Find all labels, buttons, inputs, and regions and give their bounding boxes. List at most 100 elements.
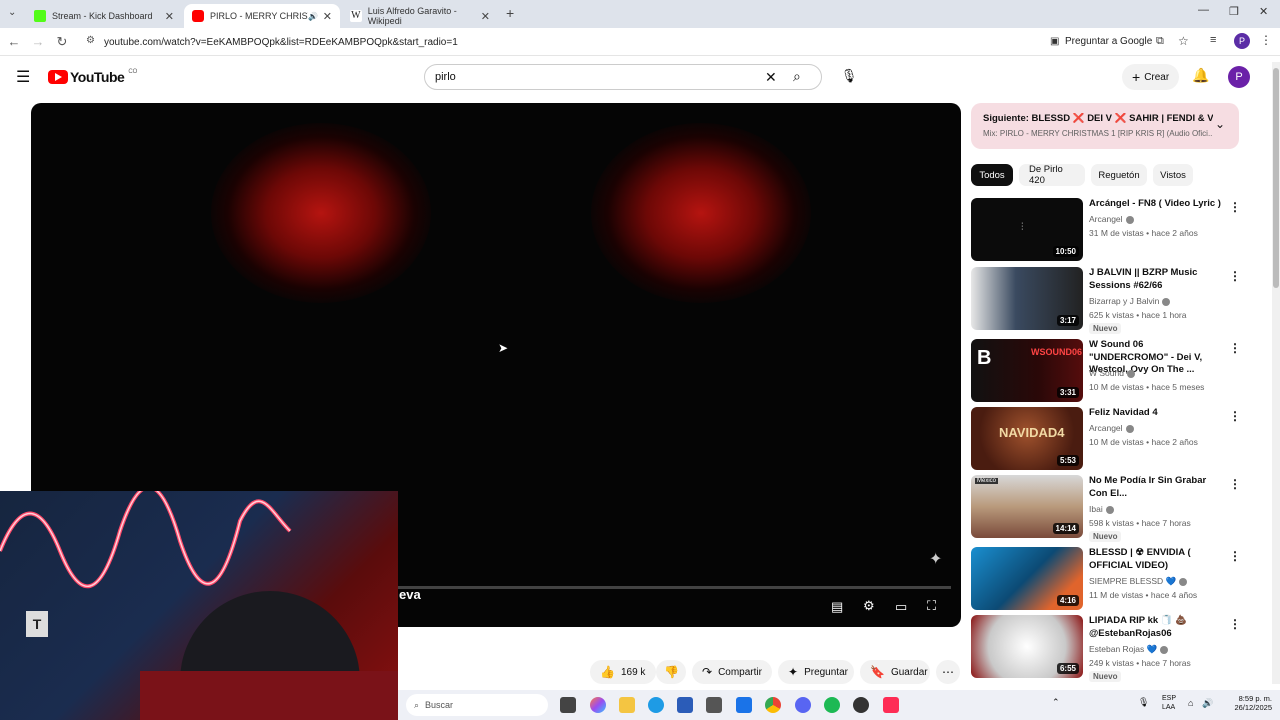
tab-youtube[interactable]: PIRLO - MERRY CHRISTMAS 🔊 ✕ xyxy=(184,4,340,28)
more-options-icon[interactable]: ⋮ xyxy=(1229,617,1241,631)
channel-name[interactable]: Esteban Rojas 💙 xyxy=(1089,644,1169,655)
clock[interactable]: 8:59 p. m. 26/12/2025 xyxy=(1222,694,1272,712)
more-options-icon[interactable]: ⋮ xyxy=(1229,477,1241,491)
list-item[interactable]: 4:16 BLESSD | ☢ ENVIDIA ( OFFICIAL VIDEO… xyxy=(971,547,1241,611)
video-title[interactable]: J BALVIN || BZRP Music Sessions #62/66 xyxy=(1089,267,1225,292)
close-window-icon[interactable]: ✕ xyxy=(1259,5,1268,18)
task-view-icon[interactable] xyxy=(560,697,576,713)
channel-name[interactable]: SIEMPRE BLESSD 💙 xyxy=(1089,576,1188,587)
chip-regueton[interactable]: Reguetón xyxy=(1091,164,1147,186)
like-button[interactable]: 👍 169 k xyxy=(590,660,656,684)
list-item[interactable]: B WSOUND06 3:31 W Sound 06 "UNDERCROMO" … xyxy=(971,339,1241,403)
tab-kick[interactable]: Stream - Kick Dashboard ✕ xyxy=(26,4,182,28)
tab-wikipedia[interactable]: W Luis Alfredo Garavito - Wikipedi ✕ xyxy=(342,4,498,28)
bookmark-star-icon[interactable]: ☆ xyxy=(1178,34,1189,48)
video-thumbnail[interactable]: NAVIDAD4 5:53 xyxy=(971,407,1083,470)
list-item[interactable]: México 14:14 No Me Podía Ir Sin Grabar C… xyxy=(971,475,1241,542)
theater-mode-icon[interactable]: ▭ xyxy=(895,599,907,615)
share-button[interactable]: ↷ Compartir xyxy=(692,660,772,684)
browser-menu-icon[interactable]: ⋮ xyxy=(1260,33,1272,47)
youtube-logo[interactable]: YouTube CO xyxy=(48,69,137,85)
file-explorer-icon[interactable] xyxy=(619,697,635,713)
copilot-icon[interactable] xyxy=(590,697,606,713)
chip-vistos[interactable]: Vistos xyxy=(1153,164,1193,186)
subtitles-icon[interactable]: ▤ xyxy=(831,599,843,615)
clear-search-icon[interactable]: ✕ xyxy=(765,69,777,86)
menu-icon[interactable]: ☰ xyxy=(16,67,30,87)
obs-icon[interactable] xyxy=(853,697,869,713)
back-icon[interactable]: ← xyxy=(6,34,22,49)
ask-google-button[interactable]: Preguntar a Google xyxy=(1065,36,1152,47)
video-title[interactable]: Arcángel - FN8 ( Video Lyric ) xyxy=(1089,198,1225,211)
settings-gear-icon[interactable]: ⚙ xyxy=(863,598,875,614)
mic-tray-icon[interactable]: 🎙 xyxy=(1138,697,1149,708)
video-thumbnail[interactable]: 4:16 xyxy=(971,547,1083,610)
up-next-panel[interactable]: Siguiente: BLESSD ❌ DEI V ❌ SAHIR | FEND… xyxy=(971,103,1239,149)
video-thumbnail[interactable]: México 14:14 xyxy=(971,475,1083,538)
more-options-icon[interactable]: ⋮ xyxy=(1229,200,1241,214)
app-icon[interactable] xyxy=(706,697,722,713)
dislike-button[interactable]: 👎 xyxy=(656,660,686,684)
more-options-icon[interactable]: ⋮ xyxy=(1229,341,1241,355)
close-tab-icon[interactable]: ✕ xyxy=(165,10,174,23)
spotify-icon[interactable] xyxy=(824,697,840,713)
new-tab-icon[interactable]: + xyxy=(506,5,514,21)
minimize-icon[interactable]: — xyxy=(1198,4,1209,16)
list-item[interactable]: ⫶ 10:50 Arcángel - FN8 ( Video Lyric ) A… xyxy=(971,198,1241,262)
chip-todos[interactable]: Todos xyxy=(971,164,1013,186)
network-icon[interactable]: ⌂ xyxy=(1188,698,1193,708)
video-title[interactable]: Feliz Navidad 4 xyxy=(1089,407,1225,420)
taskbar-search[interactable]: ⌕ Buscar xyxy=(406,694,548,716)
video-thumbnail[interactable]: B WSOUND06 3:31 xyxy=(971,339,1083,402)
video-thumbnail[interactable]: 6:55 xyxy=(971,615,1083,678)
mic-icon[interactable]: 🎙 xyxy=(838,65,860,87)
speaker-icon[interactable]: 🔊 xyxy=(308,12,318,21)
reload-icon[interactable]: ↻ xyxy=(54,34,70,50)
video-title[interactable]: No Me Podía Ir Sin Grabar Con El... xyxy=(1089,475,1225,500)
media-control-icon[interactable]: ≡ xyxy=(1210,34,1216,46)
video-title[interactable]: LIPIADA RIP kk 🧻 💩 @EstebanRojas06 xyxy=(1089,615,1225,640)
browser-profile-avatar[interactable]: P xyxy=(1234,33,1250,49)
store-icon[interactable] xyxy=(677,697,693,713)
notifications-bell-icon[interactable]: 🔔 xyxy=(1192,67,1209,84)
app-f-icon[interactable] xyxy=(736,697,752,713)
fullscreen-icon[interactable]: ⛶ xyxy=(927,598,936,614)
create-button[interactable]: + Crear xyxy=(1122,64,1180,90)
more-actions-button[interactable]: ⋯ xyxy=(936,660,960,684)
tab-list-icon[interactable]: ⌄ xyxy=(8,7,16,18)
forward-icon[interactable]: → xyxy=(30,34,46,49)
video-thumbnail[interactable]: 3:17 xyxy=(971,267,1083,330)
video-thumbnail[interactable]: ⫶ 10:50 xyxy=(971,198,1083,261)
chrome-icon[interactable] xyxy=(765,697,781,713)
more-options-icon[interactable]: ⋮ xyxy=(1229,269,1241,283)
maximize-icon[interactable]: ❐ xyxy=(1229,5,1239,18)
search-input[interactable]: pirlo ✕ ⌕ xyxy=(424,64,822,90)
ask-button[interactable]: ✦ Preguntar xyxy=(778,660,854,684)
video-title[interactable]: BLESSD | ☢ ENVIDIA ( OFFICIAL VIDEO) xyxy=(1089,547,1225,572)
volume-icon[interactable]: 🔊 xyxy=(1202,698,1213,709)
install-icon[interactable]: ⧉ xyxy=(1156,35,1164,48)
search-icon[interactable]: ⌕ xyxy=(793,68,801,85)
close-tab-icon[interactable]: ✕ xyxy=(481,10,490,23)
list-item[interactable]: 3:17 J BALVIN || BZRP Music Sessions #62… xyxy=(971,267,1241,334)
channel-name[interactable]: Arcangel xyxy=(1089,214,1134,224)
discord-icon[interactable] xyxy=(795,697,811,713)
list-item[interactable]: NAVIDAD4 5:53 Feliz Navidad 4 Arcangel 1… xyxy=(971,407,1241,471)
url-field[interactable]: ⚙ youtube.com/watch?v=EeKAMBPOQpk&list=R… xyxy=(80,31,1200,53)
channel-name[interactable]: Bizarrap y J Balvin xyxy=(1089,296,1171,306)
channel-name[interactable]: W Sound xyxy=(1089,368,1135,378)
save-button[interactable]: 🔖 Guardar xyxy=(860,660,930,684)
language-indicator[interactable]: ESP LAA xyxy=(1162,694,1176,712)
account-avatar[interactable]: P xyxy=(1228,66,1250,88)
tray-chevron-icon[interactable]: ⌃ xyxy=(1052,697,1060,708)
more-options-icon[interactable]: ⋮ xyxy=(1229,549,1241,563)
chip-de-pirlo[interactable]: De Pirlo 420 xyxy=(1019,164,1085,186)
site-info-icon[interactable]: ⚙ xyxy=(86,35,95,46)
edge-icon[interactable] xyxy=(648,697,664,713)
list-item[interactable]: 6:55 LIPIADA RIP kk 🧻 💩 @EstebanRojas06 … xyxy=(971,615,1241,682)
channel-name[interactable]: Ibai xyxy=(1089,504,1114,514)
close-tab-icon[interactable]: ✕ xyxy=(323,10,332,23)
chevron-down-icon[interactable]: ⌄ xyxy=(1215,117,1225,131)
more-options-icon[interactable]: ⋮ xyxy=(1229,409,1241,423)
channel-name[interactable]: Arcangel xyxy=(1089,423,1134,433)
